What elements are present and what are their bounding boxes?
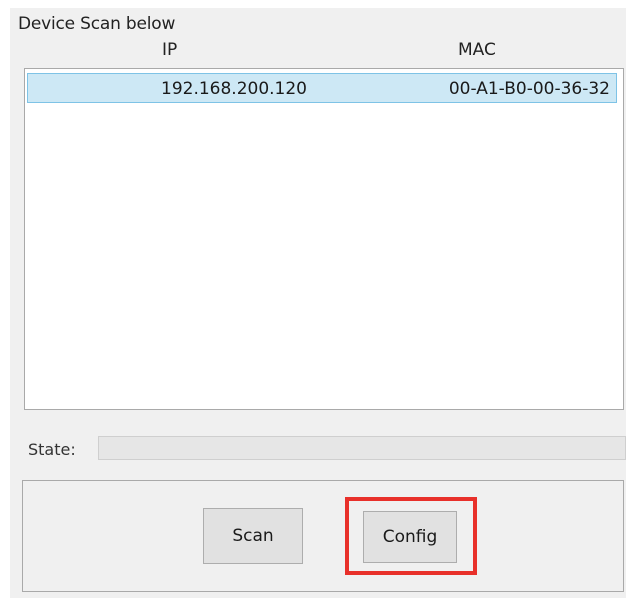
device-row[interactable]: 192.168.200.120 00-A1-B0-00-36-32: [27, 73, 617, 103]
device-ip-cell: 192.168.200.120: [161, 79, 308, 99]
device-list[interactable]: 192.168.200.120 00-A1-B0-00-36-32: [24, 68, 624, 410]
column-header-mac[interactable]: MAC: [458, 40, 496, 60]
state-field: [98, 436, 626, 460]
scan-button[interactable]: Scan: [203, 508, 303, 564]
device-mac-cell: 00-A1-B0-00-36-32: [448, 79, 610, 99]
config-button[interactable]: Config: [363, 511, 457, 563]
column-header-ip[interactable]: IP: [162, 40, 177, 60]
group-title: Device Scan below: [18, 14, 176, 34]
config-highlight-frame: Config: [345, 497, 477, 575]
button-panel: Scan Config: [22, 480, 624, 592]
device-scan-window: Device Scan below IP MAC 192.168.200.120…: [10, 8, 626, 598]
state-label: State:: [28, 440, 76, 459]
